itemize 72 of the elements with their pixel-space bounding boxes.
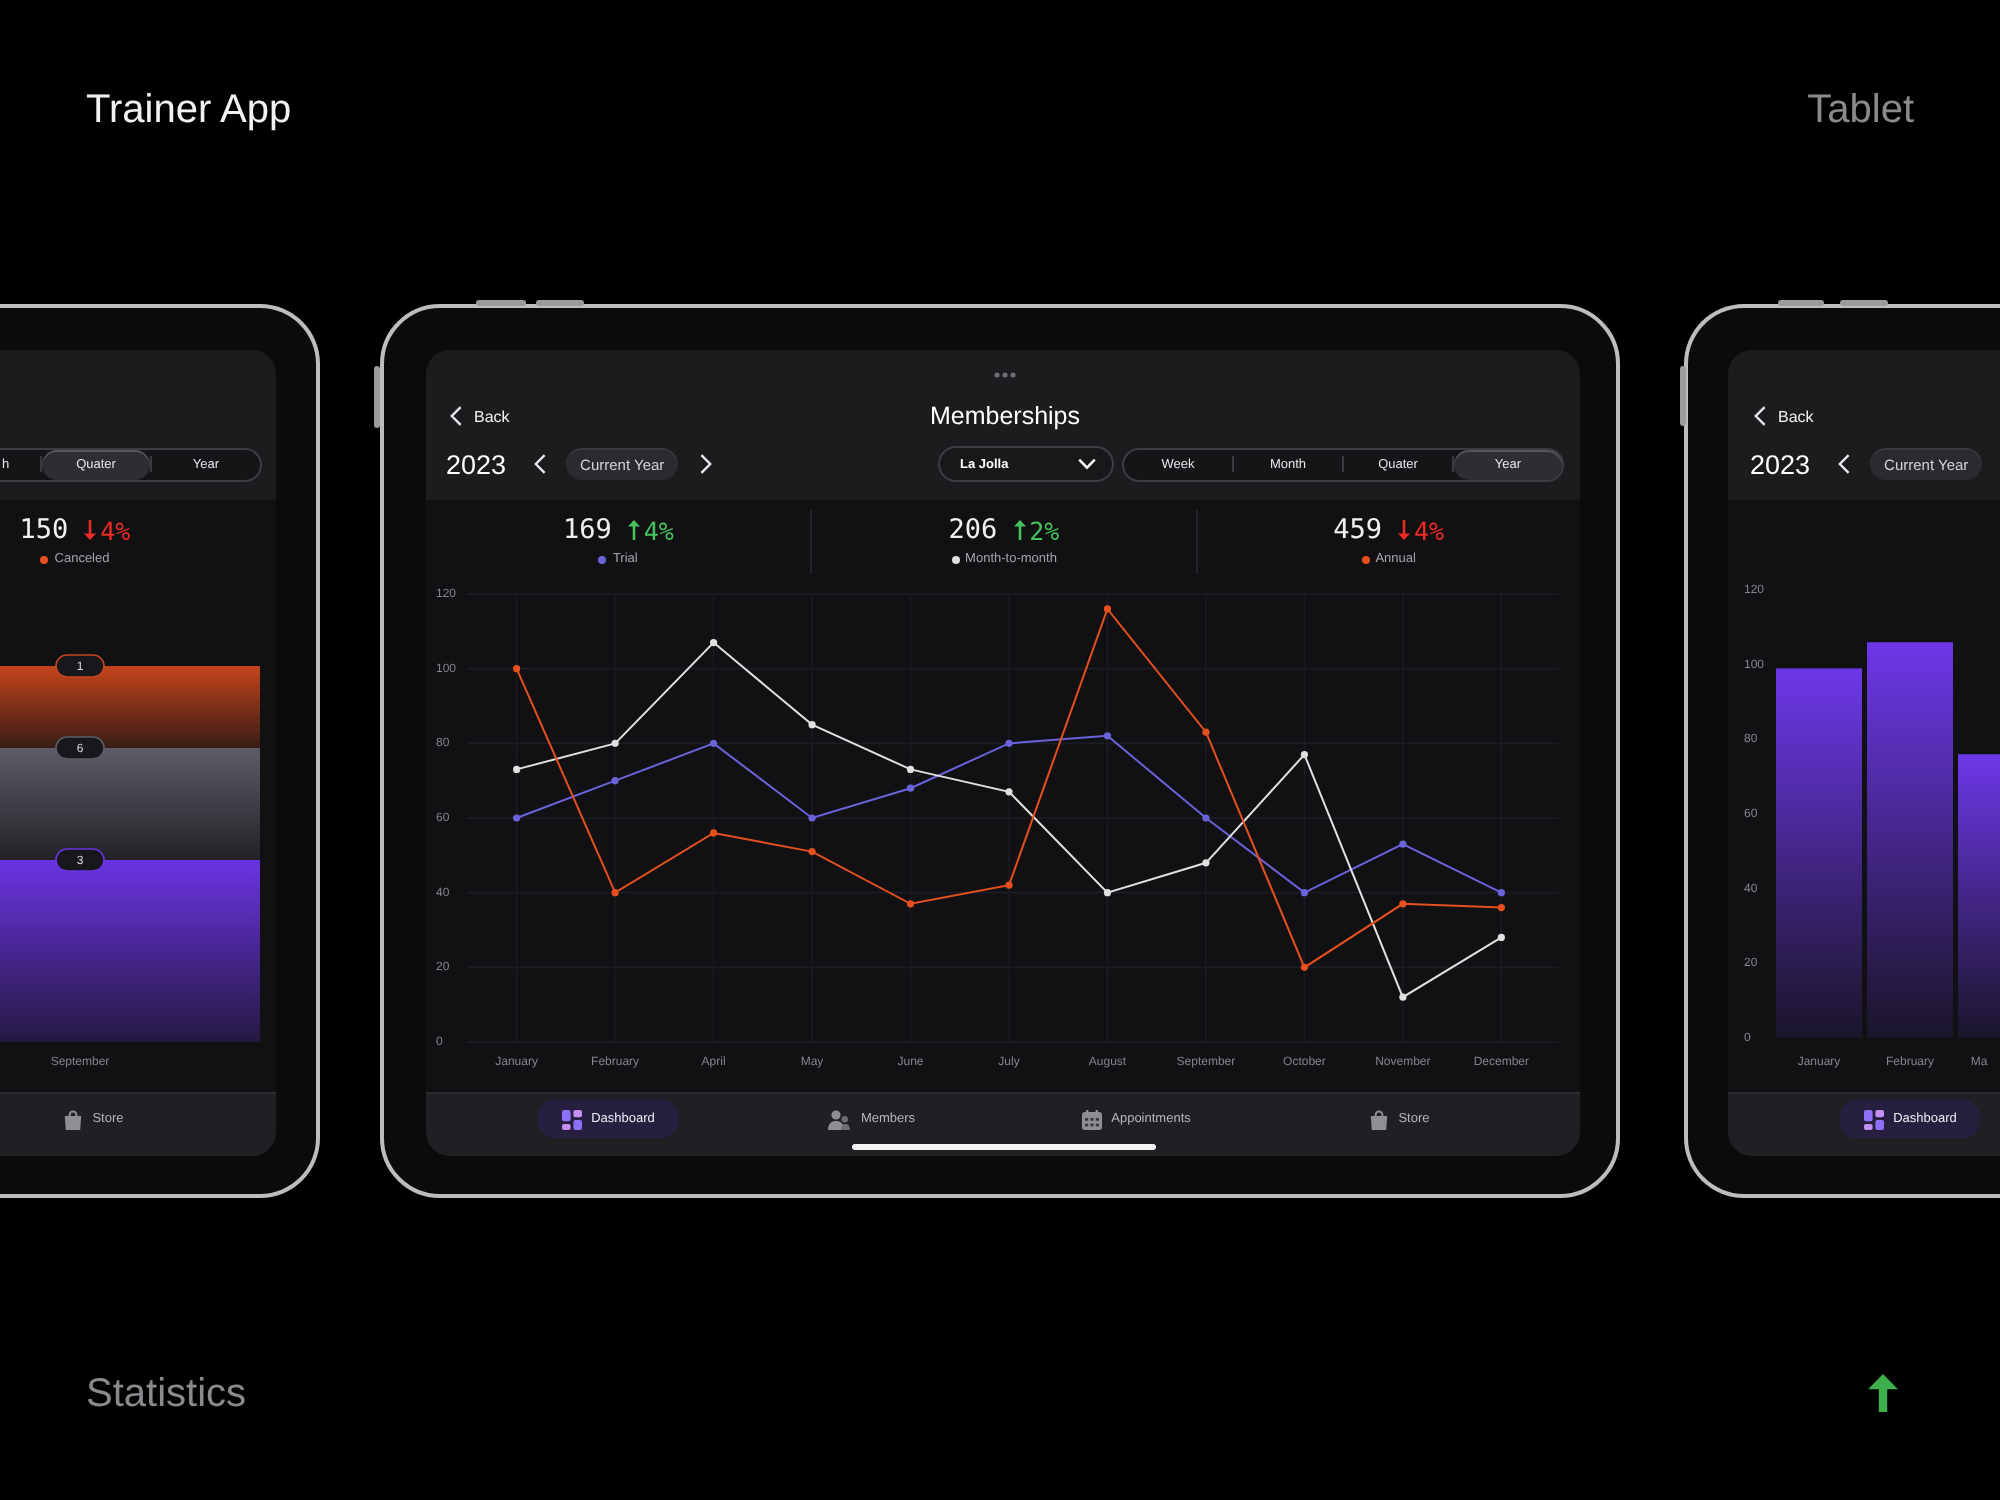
previous-button[interactable] — [534, 454, 547, 474]
data-point — [513, 765, 521, 774]
data-point — [1300, 750, 1308, 759]
data-point — [906, 784, 915, 792]
data-point — [710, 739, 718, 747]
data-point — [1103, 732, 1112, 740]
calendar-icon — [1081, 1109, 1102, 1129]
dots-icon[interactable] — [994, 372, 1016, 378]
hardware-button[interactable] — [374, 366, 380, 428]
data-point — [906, 765, 915, 774]
chevron-left-icon — [1838, 454, 1851, 474]
chevron-left-icon — [1754, 406, 1766, 426]
data-point — [1399, 993, 1407, 1001]
chevron-down-icon — [1078, 458, 1096, 470]
year-label: 2023 — [446, 449, 507, 479]
data-point — [710, 638, 718, 647]
previous-button[interactable] — [1838, 454, 1851, 474]
data-point — [1497, 933, 1505, 942]
data-point — [611, 889, 619, 897]
back-button[interactable]: Back — [450, 406, 510, 426]
hardware-button[interactable] — [476, 300, 526, 306]
data-point — [808, 721, 816, 729]
back-button[interactable]: Back — [1754, 406, 1814, 426]
stat-value: 150 — [19, 514, 69, 546]
data-point — [808, 848, 816, 856]
stat-value: 459 — [1333, 514, 1382, 546]
stat-value: 169 — [562, 514, 612, 546]
data-point — [1497, 904, 1505, 912]
section-label: Statistics — [86, 1370, 247, 1418]
hardware-button[interactable] — [1840, 300, 1888, 306]
data-point — [1300, 963, 1308, 971]
chevron-left-icon — [450, 406, 462, 426]
change-percent: 4% — [100, 515, 131, 545]
hardware-button[interactable] — [1680, 366, 1686, 426]
page-title: Trainer App — [86, 86, 292, 134]
data-point — [513, 814, 521, 822]
data-point — [1300, 889, 1308, 897]
chevron-left-icon — [534, 454, 547, 474]
data-point — [1202, 814, 1210, 822]
data-point — [611, 739, 619, 747]
shopping-bag-icon — [64, 1109, 83, 1129]
next-button[interactable] — [700, 454, 713, 474]
screen-title: Memberships — [929, 402, 1081, 430]
data-point — [1103, 605, 1112, 613]
data-point — [808, 814, 816, 822]
data-point — [710, 829, 718, 837]
data-point — [1103, 889, 1112, 897]
device-label: Tablet — [1807, 86, 1914, 134]
data-point — [513, 665, 521, 673]
data-point — [906, 900, 915, 908]
grid-icon — [1863, 1109, 1884, 1129]
chevron-right-icon — [700, 454, 713, 474]
data-point — [1202, 859, 1210, 867]
data-point — [611, 777, 619, 785]
data-point — [1202, 728, 1210, 736]
data-point — [1005, 881, 1013, 889]
data-point — [1399, 840, 1407, 848]
change-percent: 2% — [1029, 515, 1060, 545]
shopping-bag-icon — [1370, 1109, 1389, 1129]
people-icon — [828, 1109, 851, 1129]
hardware-button[interactable] — [536, 300, 584, 306]
year-label: 2023 — [1750, 449, 1811, 479]
data-point — [1005, 788, 1013, 796]
data-point — [1005, 739, 1013, 747]
arrow-up-icon — [1868, 1374, 1898, 1412]
change-percent: 4% — [643, 515, 674, 545]
stat-value: 206 — [948, 514, 998, 546]
grid-icon — [561, 1109, 582, 1129]
hardware-button[interactable] — [1778, 300, 1824, 306]
change-percent: 4% — [1413, 515, 1445, 545]
data-point — [1399, 900, 1407, 908]
data-point — [1497, 889, 1505, 897]
